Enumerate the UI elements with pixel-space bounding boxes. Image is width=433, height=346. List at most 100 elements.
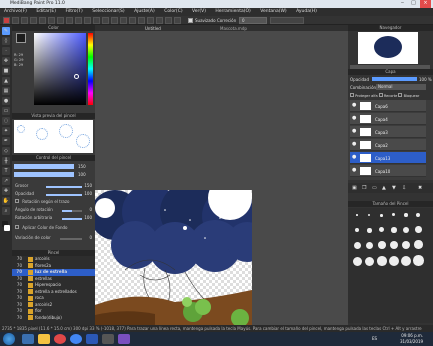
variacion-slider[interactable] [60, 238, 82, 240]
lasso-tool-icon[interactable]: ◌ [2, 117, 10, 125]
grid-button[interactable] [84, 17, 91, 24]
eraser-toggle-button[interactable] [12, 17, 19, 24]
brush-size-option[interactable] [391, 227, 397, 233]
eye-icon[interactable]: ● [352, 129, 357, 134]
line-button[interactable] [111, 17, 118, 24]
brush-size-option[interactable] [404, 213, 408, 217]
gradient-tool-icon[interactable]: ▦ [2, 87, 10, 95]
menu-filtro[interactable]: Filtro(T) [61, 8, 86, 15]
eye-icon[interactable]: ● [352, 155, 357, 160]
brush-size-option[interactable] [380, 214, 383, 217]
layer-opacity-slider[interactable] [372, 77, 417, 81]
color-fondo-row[interactable]: Aplicar Color de Fondo [15, 225, 92, 233]
move-tool-icon[interactable]: ✥ [2, 57, 10, 65]
color-fondo-checkbox[interactable] [15, 225, 19, 229]
duplicate-layer-icon[interactable]: ❐ [362, 185, 366, 191]
eyedropper-tool-icon[interactable]: ✚ [2, 187, 10, 195]
clip-checkbox[interactable] [378, 93, 383, 97]
eye-icon[interactable]: ● [352, 116, 357, 121]
menu-ver[interactable]: Ver(V) [188, 8, 210, 15]
zoom-tool-icon[interactable]: ⌕ [2, 207, 10, 215]
brush-item[interactable]: 70 fondo(dibujo) [12, 315, 95, 322]
background-color-swatch[interactable] [4, 225, 10, 231]
explorer-taskbar-icon[interactable] [22, 334, 34, 344]
layer-row[interactable]: ● Capa4 [350, 113, 426, 125]
rotacion-arbitraria-slider[interactable] [62, 218, 82, 220]
brush-size-option[interactable] [355, 228, 359, 232]
brush-tool-icon[interactable]: ✎ [2, 27, 10, 35]
symmetry-button[interactable] [93, 17, 100, 24]
curve-button[interactable] [102, 17, 109, 24]
brush-size-option[interactable] [377, 256, 387, 266]
delete-layer-icon[interactable]: ✖ [418, 185, 422, 191]
word-taskbar-icon[interactable] [86, 334, 98, 344]
divide-tool-icon[interactable]: ╂ [2, 157, 10, 165]
select-button[interactable] [129, 17, 136, 24]
primary-color-swatch[interactable] [16, 33, 26, 43]
brush-size-option[interactable] [389, 256, 399, 266]
folder-taskbar-icon[interactable] [38, 334, 50, 344]
shape-tool-icon[interactable]: ■ [2, 67, 10, 75]
select-tool-icon[interactable]: ▭ [2, 107, 10, 115]
move-down-icon[interactable]: ▼ [392, 185, 396, 191]
stroke-toggle-button[interactable] [39, 17, 46, 24]
brush-color-swatch[interactable] [3, 17, 10, 24]
chrome-taskbar-icon[interactable] [70, 334, 82, 344]
color-picker-cursor[interactable] [74, 74, 79, 79]
menu-editar[interactable]: Editar(E) [32, 8, 60, 15]
browser-taskbar-icon[interactable] [54, 334, 66, 344]
menu-ventana[interactable]: Ventana(W) [256, 8, 290, 15]
layer-row-selected[interactable]: ● Capa13 [350, 152, 426, 164]
brush-size-option[interactable] [366, 242, 373, 249]
brush-size-option[interactable] [402, 241, 410, 249]
brush-size-option[interactable] [356, 214, 358, 216]
brush-size-option[interactable] [379, 227, 384, 232]
blend-mode-select[interactable]: Normal [376, 84, 426, 90]
operation-tool-icon[interactable]: ↗ [2, 177, 10, 185]
stabilizer-box[interactable] [270, 17, 304, 24]
layer-row[interactable]: ● Capa6 [350, 100, 426, 112]
fill-button[interactable] [120, 17, 127, 24]
brush-size-option[interactable] [378, 241, 386, 249]
brush-size-option[interactable] [368, 214, 370, 216]
layer-row[interactable]: ● Capa2 [350, 139, 426, 151]
brush-opacity-slider[interactable] [14, 172, 74, 177]
zoom-button[interactable] [165, 17, 172, 24]
redo-button[interactable] [30, 17, 37, 24]
clock[interactable]: 09:06 p.m. 31/03/2019 [400, 333, 423, 345]
navigator-thumbnail[interactable] [358, 32, 418, 64]
start-button-icon[interactable] [3, 333, 15, 345]
layer-row[interactable]: ● Capa3 [350, 126, 426, 138]
menu-archivo[interactable]: Archivo(F) [0, 8, 31, 15]
move-up-icon[interactable]: ▲ [382, 185, 386, 191]
brush-size-option[interactable] [403, 227, 409, 233]
menu-herramienta[interactable]: Herramienta(O) [211, 8, 254, 15]
folder-icon[interactable]: ▭ [372, 185, 377, 191]
fill-tool-icon[interactable]: ▲ [2, 77, 10, 85]
brush-size-option[interactable] [353, 257, 362, 266]
grosor-slider[interactable] [46, 186, 82, 188]
minimize-button[interactable]: ‒ [397, 0, 408, 8]
brush-size-option[interactable] [354, 242, 361, 249]
text-button[interactable] [147, 17, 154, 24]
medibang-taskbar-icon[interactable] [118, 334, 130, 344]
snap-button[interactable] [57, 17, 64, 24]
close-button[interactable]: × [420, 0, 431, 8]
text-tool-icon[interactable]: T [2, 167, 10, 175]
tab-untitled[interactable]: Untitled [145, 26, 161, 31]
brush-size-option[interactable] [365, 257, 374, 266]
select-eraser-tool-icon[interactable]: ◇ [2, 147, 10, 155]
magic-wand-tool-icon[interactable]: ✦ [2, 127, 10, 135]
brush-size-option[interactable] [416, 213, 420, 217]
smoothing-checkbox[interactable] [188, 18, 193, 23]
new-layer-icon[interactable]: ▣ [352, 185, 357, 191]
saturation-value-picker[interactable] [34, 33, 86, 105]
brush-size-option[interactable] [367, 228, 372, 233]
brush-size-option[interactable] [415, 226, 422, 233]
maximize-button[interactable]: □ [408, 0, 419, 8]
eye-icon[interactable]: ● [352, 142, 357, 147]
undo-button[interactable] [21, 17, 28, 24]
merge-icon[interactable]: ⇩ [402, 185, 406, 191]
brush-size-slider[interactable] [14, 164, 74, 169]
rotate-button[interactable] [174, 17, 181, 24]
